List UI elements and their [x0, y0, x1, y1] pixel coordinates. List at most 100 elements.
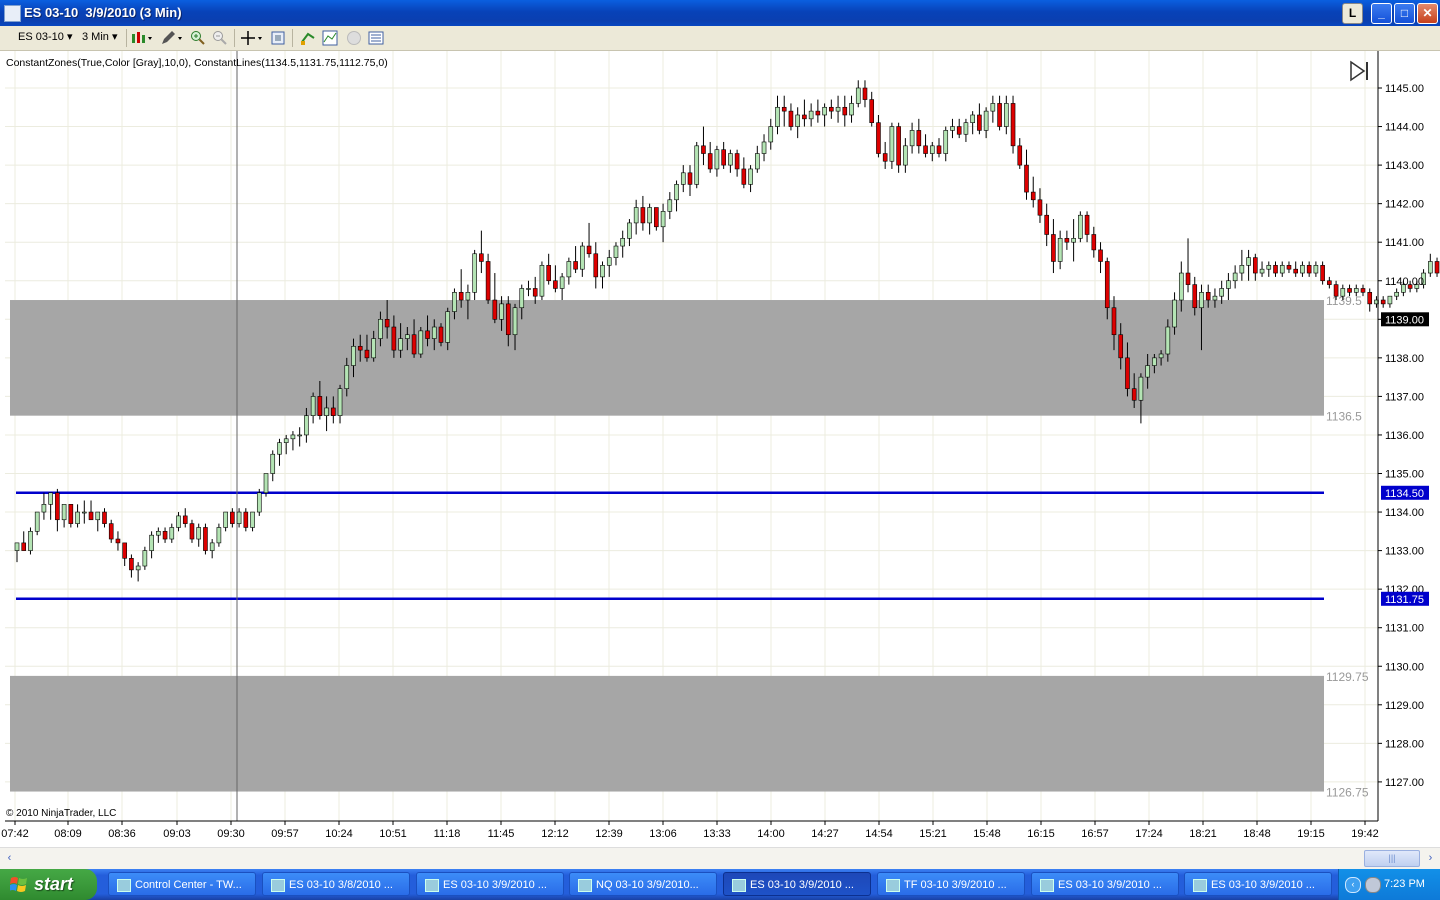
candle [553, 280, 558, 289]
candle [815, 110, 821, 116]
candle [129, 558, 134, 571]
last-price-badge-label: 1139.00 [1385, 314, 1424, 326]
candle [761, 141, 767, 154]
taskbar-item[interactable]: ES 03-10 3/9/2010 ... [723, 872, 871, 896]
candle [1259, 268, 1265, 274]
candle [230, 511, 235, 524]
candle [1199, 292, 1204, 309]
candle [1279, 265, 1285, 274]
candle [613, 245, 619, 258]
candle [936, 145, 942, 154]
price-chart-panel[interactable]: 1139.5 1136.5 1129.75 1126.75 1145.00 1144.00… [0, 51, 1440, 847]
start-button[interactable]: start [0, 869, 97, 900]
chevron-left-icon[interactable]: ‹ [1345, 877, 1361, 893]
taskbar-item[interactable]: Control Center - TW... [108, 872, 256, 896]
candle [1205, 292, 1211, 301]
candle [182, 515, 188, 524]
candle [963, 122, 969, 135]
taskbar-item-label: ES 03-10 3/9/2010 ... [443, 879, 547, 891]
candle [1017, 145, 1023, 166]
taskbar-item[interactable]: ES 03-10 3/9/2010 ... [1031, 872, 1179, 896]
candle [943, 130, 949, 154]
candle [714, 149, 720, 170]
chart-window-icon [425, 879, 439, 892]
globe-icon[interactable] [346, 30, 362, 46]
toolbar-divider [292, 29, 293, 47]
zoom-out-icon[interactable] [212, 30, 228, 46]
candle [1084, 214, 1090, 235]
horizontal-scrollbar[interactable]: ‹ ||| › [0, 847, 1440, 869]
candle [566, 261, 572, 278]
close-button[interactable]: ✕ [1417, 3, 1438, 24]
candle [142, 550, 148, 567]
candle [1434, 261, 1440, 274]
scroll-right-arrow[interactable]: › [1422, 850, 1439, 867]
candle [1192, 284, 1198, 309]
candle [734, 153, 740, 170]
scrollbar-thumb[interactable]: ||| [1364, 850, 1420, 867]
chart-window-icon [732, 879, 746, 892]
candle [55, 492, 60, 521]
x-tick-label: 13:06 [649, 828, 677, 840]
candle [1428, 261, 1433, 274]
indicator-icon[interactable] [322, 30, 338, 46]
candle [1004, 103, 1009, 127]
candle [1219, 288, 1224, 297]
properties-icon[interactable] [270, 30, 286, 46]
candle [82, 511, 87, 514]
taskbar-item[interactable]: NQ 03-10 3/9/2010... [569, 872, 717, 896]
x-tick-label: 07:42 [1, 828, 29, 840]
candle [1185, 272, 1191, 285]
candle [102, 511, 107, 524]
candle [411, 334, 417, 355]
candle [431, 326, 437, 339]
candle [916, 130, 922, 147]
taskbar-item[interactable]: ES 03-10 3/9/2010 ... [416, 872, 564, 896]
maximize-button[interactable]: □ [1394, 3, 1415, 24]
link-button[interactable]: L [1342, 3, 1363, 24]
candle [189, 523, 195, 540]
taskbar-item[interactable]: ES 03-10 3/9/2010 ... [1184, 872, 1332, 896]
candle [270, 453, 276, 474]
strategy-icon[interactable] [300, 30, 316, 46]
candle [546, 265, 551, 282]
chart-window-icon [886, 879, 900, 892]
taskbar-item[interactable]: TF 03-10 3/9/2010 ... [877, 872, 1025, 896]
scroll-left-arrow[interactable]: ‹ [1, 850, 18, 867]
candle [667, 199, 673, 212]
data-box-icon[interactable] [368, 30, 384, 46]
constant-zone [10, 675, 1324, 792]
crosshair-icon[interactable] [240, 30, 264, 46]
candle [256, 492, 262, 513]
candle [357, 345, 363, 351]
minimize-button[interactable]: _ [1371, 3, 1392, 24]
taskbar-item-label: Control Center - TW... [135, 879, 242, 891]
candle [156, 531, 161, 536]
candle [1078, 214, 1083, 239]
candle [1037, 199, 1043, 216]
x-tick-label: 09:30 [217, 828, 245, 840]
bar-chart-icon[interactable] [130, 30, 154, 46]
candle [990, 103, 996, 112]
candle [822, 106, 827, 116]
y-tick-label: 1134.00 [1385, 507, 1424, 519]
candle [391, 326, 397, 351]
candle [1333, 284, 1339, 297]
zoom-in-icon[interactable] [190, 30, 206, 46]
candle [970, 114, 975, 123]
interval-selector[interactable]: 3 Min ▾ [78, 29, 122, 46]
y-tick-label: 1135.00 [1385, 469, 1424, 481]
candlestick-chart[interactable]: 1139.51136.51129.751126.751145.001144.00… [0, 51, 1440, 847]
network-icon[interactable] [1365, 877, 1381, 893]
candle [250, 511, 255, 528]
instrument-selector[interactable]: ES 03-10 ▾ [14, 29, 76, 46]
window-title: ES 03-10 3/9/2010 (3 Min) [24, 5, 182, 20]
candle [378, 318, 383, 339]
candle [479, 253, 484, 262]
taskbar-item[interactable]: ES 03-10 3/8/2010 ... [262, 872, 410, 896]
pencil-icon[interactable] [160, 30, 184, 46]
candle [1266, 265, 1272, 270]
candle [519, 288, 525, 309]
x-tick-label: 10:51 [379, 828, 407, 840]
candle [728, 153, 733, 166]
